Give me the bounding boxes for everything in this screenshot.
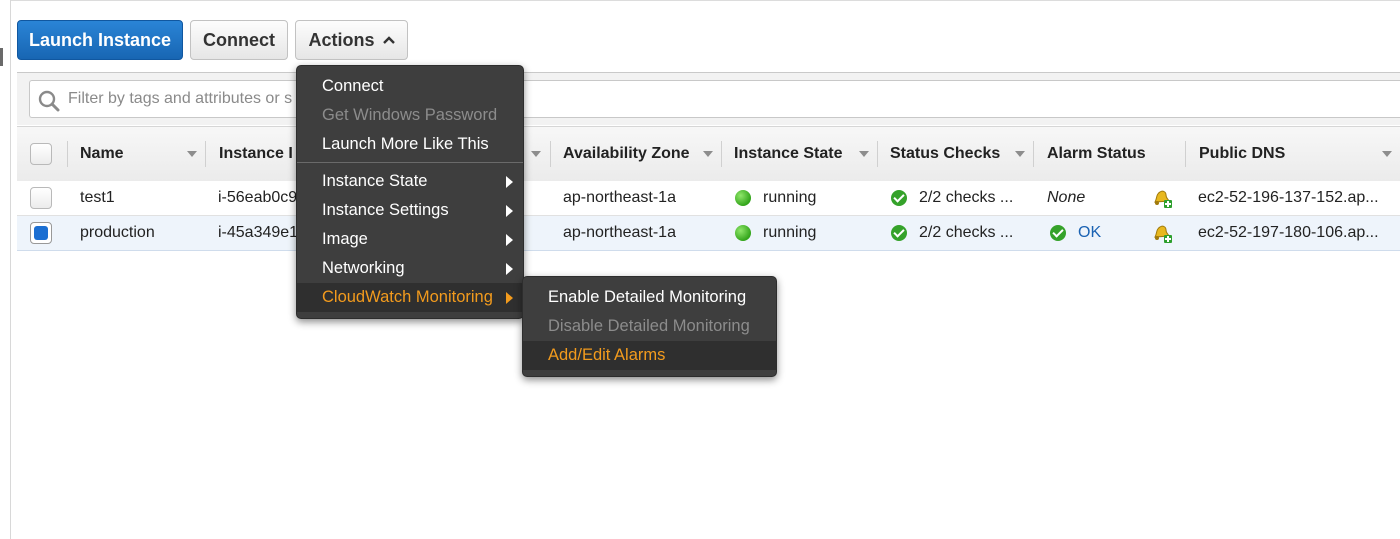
instances-panel: Name Instance I Availability Zone Instan… (17, 72, 1400, 253)
add-alarm-icon[interactable] (1151, 216, 1173, 250)
column-separator (1033, 141, 1034, 167)
column-separator (205, 141, 206, 167)
public-dns: ec2-52-196-137-152.ap... (1198, 189, 1379, 206)
row-checkbox[interactable] (30, 222, 52, 244)
menu-item-networking[interactable]: Networking (297, 254, 523, 283)
menu-item-get-windows-password: Get Windows Password (322, 106, 498, 124)
instance-name: test1 (80, 189, 115, 206)
chevron-right-icon (506, 234, 513, 246)
check-circle-icon (1050, 225, 1066, 241)
column-header-instance-type-sort[interactable] (523, 127, 549, 181)
menu-item-label: Instance State (322, 172, 428, 190)
chevron-right-icon (506, 292, 513, 304)
running-status-icon (735, 190, 751, 206)
check-circle-icon (891, 190, 907, 206)
sort-down-icon (1015, 151, 1025, 157)
top-border (10, 0, 1400, 1)
table-row[interactable]: test1 i-56eab0c9 ap-northeast-1a running… (17, 181, 1400, 216)
menu-item-label: Image (322, 230, 368, 248)
search-icon (38, 90, 60, 112)
add-alarm-icon[interactable] (1151, 181, 1173, 215)
availability-zone: ap-northeast-1a (563, 224, 676, 241)
alarm-status[interactable]: OK (1050, 216, 1101, 250)
chevron-right-icon (506, 205, 513, 217)
actions-button[interactable]: Actions (295, 20, 408, 60)
chevron-right-icon (506, 176, 513, 188)
sort-down-icon (187, 151, 197, 157)
sort-down-icon (531, 151, 541, 157)
chevron-up-icon (382, 33, 395, 47)
availability-zone: ap-northeast-1a (563, 189, 676, 206)
instance-state: running (735, 216, 816, 250)
actions-button-label: Actions (308, 29, 375, 50)
sort-down-icon (1382, 151, 1392, 157)
left-edge-panel (0, 0, 11, 539)
menu-item-instance-settings[interactable]: Instance Settings (297, 196, 523, 225)
menu-item-image[interactable]: Image (297, 225, 523, 254)
connect-button[interactable]: Connect (190, 20, 288, 60)
status-checks[interactable]: 2/2 checks ... (891, 181, 1013, 215)
instance-state: running (735, 181, 816, 215)
table-header: Name Instance I Availability Zone Instan… (17, 126, 1400, 182)
menu-item-label: CloudWatch Monitoring (322, 288, 493, 306)
alarm-ok-link[interactable]: OK (1078, 224, 1101, 242)
launch-instance-button[interactable]: Launch Instance (17, 20, 183, 60)
menu-item-label: Networking (322, 259, 405, 277)
instance-id: i-45a349e1 (218, 224, 298, 241)
column-header-status-checks[interactable]: Status Checks (878, 127, 1033, 181)
column-separator (1185, 141, 1186, 167)
left-edge-tick (0, 48, 3, 66)
menu-item-instance-state[interactable]: Instance State (297, 167, 523, 196)
instance-id: i-56eab0c9 (218, 189, 298, 206)
public-dns: ec2-52-197-180-106.ap... (1198, 224, 1379, 241)
menu-separator (297, 162, 523, 163)
menu-item-launch-more-like-this[interactable]: Launch More Like This (297, 130, 523, 159)
menu-item-cloudwatch-monitoring[interactable]: CloudWatch Monitoring (297, 283, 523, 312)
chevron-right-icon (506, 263, 513, 275)
menu-item-enable-detailed-monitoring[interactable]: Enable Detailed Monitoring (523, 283, 776, 312)
column-header-availability-zone[interactable]: Availability Zone (551, 127, 721, 181)
menu-item-disable-detailed-monitoring: Disable Detailed Monitoring (548, 317, 750, 335)
actions-menu: Connect Get Windows Password Launch More… (296, 65, 524, 319)
instance-state-label: running (763, 189, 817, 206)
table-row[interactable]: production i-45a349e1 ap-northeast-1a ru… (17, 216, 1400, 251)
running-status-icon (735, 225, 751, 241)
column-header-instance-state[interactable]: Instance State (722, 127, 877, 181)
filter-bar (17, 73, 1400, 125)
instance-state-label: running (763, 224, 817, 241)
status-checks-label: 2/2 checks ... (919, 224, 1014, 241)
sort-down-icon (703, 151, 713, 157)
alarm-status: None (1047, 189, 1086, 206)
column-header-public-dns[interactable]: Public DNS (1187, 127, 1400, 181)
filter-box[interactable] (29, 80, 1400, 118)
sort-down-icon (859, 151, 869, 157)
filter-input[interactable] (66, 89, 310, 109)
cloudwatch-submenu: Enable Detailed Monitoring Disable Detai… (522, 276, 777, 377)
menu-item-label: Instance Settings (322, 201, 449, 219)
menu-item-connect[interactable]: Connect (297, 72, 523, 101)
column-header-name[interactable]: Name (68, 127, 205, 181)
row-checkbox[interactable] (30, 187, 52, 209)
column-header-alarm-status[interactable]: Alarm Status (1035, 127, 1185, 181)
instance-name: production (80, 224, 155, 241)
menu-item-add-edit-alarms[interactable]: Add/Edit Alarms (523, 341, 776, 370)
status-checks[interactable]: 2/2 checks ... (891, 216, 1013, 250)
status-checks-label: 2/2 checks ... (919, 189, 1014, 206)
select-all-checkbox[interactable] (30, 143, 52, 165)
check-circle-icon (891, 225, 907, 241)
